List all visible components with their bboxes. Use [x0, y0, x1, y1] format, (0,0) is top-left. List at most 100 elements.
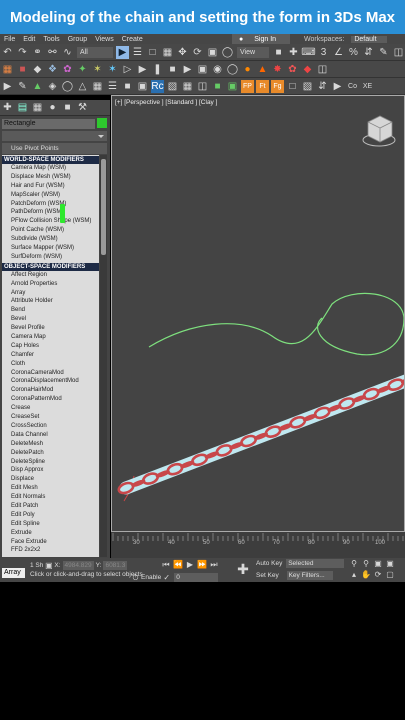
- ft-tool-icon[interactable]: Ft: [256, 79, 269, 93]
- selection-filter-dropdown[interactable]: All: [77, 46, 113, 58]
- display-tab-icon[interactable]: ■: [61, 101, 74, 114]
- graphite-properties-icon[interactable]: ■: [121, 80, 134, 93]
- keyboard-shortcut-icon[interactable]: ⌨: [301, 46, 315, 59]
- fp-tool-icon[interactable]: FP: [241, 79, 254, 93]
- corona-interactive-icon[interactable]: ▲: [256, 63, 269, 76]
- render-icon[interactable]: ▶: [136, 63, 149, 76]
- modifier-item[interactable]: Camera Map (WSM): [2, 164, 99, 173]
- layer-explorer-icon[interactable]: ▦: [1, 63, 14, 76]
- unlink-icon[interactable]: ⚯: [46, 46, 59, 59]
- modifier-item[interactable]: PathDeform (WSM): [2, 208, 99, 217]
- maxscript-listener-field[interactable]: Array: [2, 568, 25, 578]
- named-selection-icon[interactable]: ✎: [377, 46, 390, 59]
- previous-frame-icon[interactable]: ⏪: [173, 558, 183, 571]
- go-to-start-icon[interactable]: ⏮: [161, 558, 171, 571]
- object-paint-icon[interactable]: ■: [211, 80, 224, 93]
- angle-snap-icon[interactable]: ∠: [332, 46, 345, 59]
- orbit-icon[interactable]: ⟳: [373, 569, 383, 580]
- x3-tool-icon[interactable]: XE: [361, 80, 374, 93]
- menu-edit[interactable]: Edit: [19, 36, 39, 43]
- zoom-extents-all-icon[interactable]: ▣: [385, 558, 395, 569]
- play-icon[interactable]: ▶: [185, 558, 195, 571]
- graphite-tris-icon[interactable]: △: [76, 80, 89, 93]
- graphite-geometry-icon[interactable]: ▲: [31, 80, 44, 93]
- use-pivot-points-checkbox[interactable]: Use Pivot Points: [2, 143, 107, 154]
- modifier-item[interactable]: Chamfer: [2, 351, 99, 360]
- modifier-item[interactable]: Crease: [2, 404, 99, 413]
- zoom-extents-icon[interactable]: ▣: [373, 558, 383, 569]
- corona-proxy-icon[interactable]: ◫: [316, 63, 329, 76]
- stop-icon[interactable]: ■: [166, 63, 179, 76]
- sort-icon[interactable]: ⇵: [316, 80, 329, 93]
- percent-snap-icon[interactable]: %: [347, 46, 360, 59]
- graphite-subobject-icon[interactable]: ◈: [46, 80, 59, 93]
- modifier-item[interactable]: Face Extrude: [2, 538, 99, 547]
- modifier-item[interactable]: Edit Patch: [2, 502, 99, 511]
- graphite-align-icon[interactable]: ☰: [106, 80, 119, 93]
- link-icon[interactable]: ⚭: [31, 46, 44, 59]
- corona-settings-icon[interactable]: ◆: [301, 63, 314, 76]
- modifier-item[interactable]: Attribute Holder: [2, 297, 99, 306]
- modifier-item[interactable]: Extrude: [2, 529, 99, 538]
- modifier-item[interactable]: Hair and Fur (WSM): [2, 182, 99, 191]
- render-iterative-icon[interactable]: ◯: [226, 63, 239, 76]
- modifier-item[interactable]: CoronaCameraMod: [2, 369, 99, 378]
- modifier-list-scrollbar[interactable]: [100, 155, 107, 557]
- freeform-icon[interactable]: □: [286, 80, 299, 93]
- menu-tools[interactable]: Tools: [39, 36, 63, 43]
- object-name-field[interactable]: Rectangle: [2, 119, 95, 129]
- zoom-icon[interactable]: ⚲: [349, 558, 359, 569]
- graphite-edit-icon[interactable]: ✎: [16, 80, 29, 93]
- maps-icon[interactable]: ◫: [196, 80, 209, 93]
- menu-views[interactable]: Views: [91, 36, 118, 43]
- key-mode-dropdown[interactable]: Selected: [286, 559, 345, 568]
- modifier-item[interactable]: Displace Mesh (WSM): [2, 173, 99, 182]
- modifier-item[interactable]: Subdivide (WSM): [2, 235, 99, 244]
- select-object-icon[interactable]: ▶: [116, 45, 129, 59]
- populate-icon[interactable]: ▣: [226, 80, 239, 93]
- scale-icon[interactable]: ▣: [206, 46, 219, 59]
- toggle-ribbon-icon[interactable]: ❖: [46, 63, 59, 76]
- maximize-viewport-icon[interactable]: ▢: [385, 569, 395, 580]
- hierarchy-tab-icon[interactable]: ▦: [31, 101, 44, 114]
- edit-named-sets-icon[interactable]: ◆: [31, 63, 44, 76]
- menu-group[interactable]: Group: [64, 36, 91, 43]
- modifier-item[interactable]: Array: [2, 289, 99, 298]
- move-icon[interactable]: ✥: [176, 46, 189, 59]
- bind-spacewarp-icon[interactable]: ∿: [61, 46, 74, 59]
- snaps-toggle-icon[interactable]: 3: [317, 46, 330, 59]
- select-manipulate-icon[interactable]: ✚: [287, 46, 300, 59]
- menu-file[interactable]: File: [0, 36, 19, 43]
- spinner-snap-icon[interactable]: ⇵: [362, 46, 375, 59]
- graphite-select-icon[interactable]: ▶: [1, 80, 14, 93]
- modifier-item[interactable]: PatchDeform (WSM): [2, 200, 99, 209]
- modifier-item[interactable]: CoronaDisplacementMod: [2, 377, 99, 386]
- rotate-icon[interactable]: ⟳: [191, 46, 204, 59]
- modifier-item[interactable]: Camera Map: [2, 333, 99, 342]
- add-time-tag-icon[interactable]: ✚: [235, 561, 251, 577]
- redo-icon[interactable]: ↷: [16, 46, 29, 59]
- modifier-item[interactable]: Affect Region: [2, 271, 99, 280]
- form-curve-spline[interactable]: [148, 292, 404, 356]
- modifier-item[interactable]: DeletePatch: [2, 449, 99, 458]
- auto-key-button[interactable]: Auto Key: [256, 560, 282, 567]
- object-color-swatch[interactable]: [97, 118, 107, 128]
- render-setup-icon[interactable]: ✶: [106, 63, 119, 76]
- playback-icon[interactable]: ▶: [181, 63, 194, 76]
- graphite-constraints-icon[interactable]: ▣: [136, 80, 149, 93]
- motion-tab-icon[interactable]: ●: [46, 101, 59, 114]
- modifier-item[interactable]: PFlow Collision Shape (WSM): [2, 217, 99, 226]
- x-coordinate-field[interactable]: 4984.829: [62, 561, 94, 570]
- modifier-item[interactable]: Displace: [2, 475, 99, 484]
- sign-in-button[interactable]: ● Sign In: [232, 34, 290, 44]
- modifier-item[interactable]: CreaseSet: [2, 413, 99, 422]
- pause-icon[interactable]: ❚: [151, 63, 164, 76]
- modify-tab-icon[interactable]: ▤: [16, 101, 29, 114]
- chain-object[interactable]: [117, 374, 405, 495]
- modifier-item[interactable]: MapScaler (WSM): [2, 191, 99, 200]
- modifier-item[interactable]: Arnold Properties: [2, 280, 99, 289]
- workspaces-dropdown[interactable]: Default: [351, 35, 387, 43]
- grid-icon[interactable]: ▦: [181, 80, 194, 93]
- modifier-item[interactable]: Cap Holes: [2, 342, 99, 351]
- modifier-item[interactable]: Bend: [2, 306, 99, 315]
